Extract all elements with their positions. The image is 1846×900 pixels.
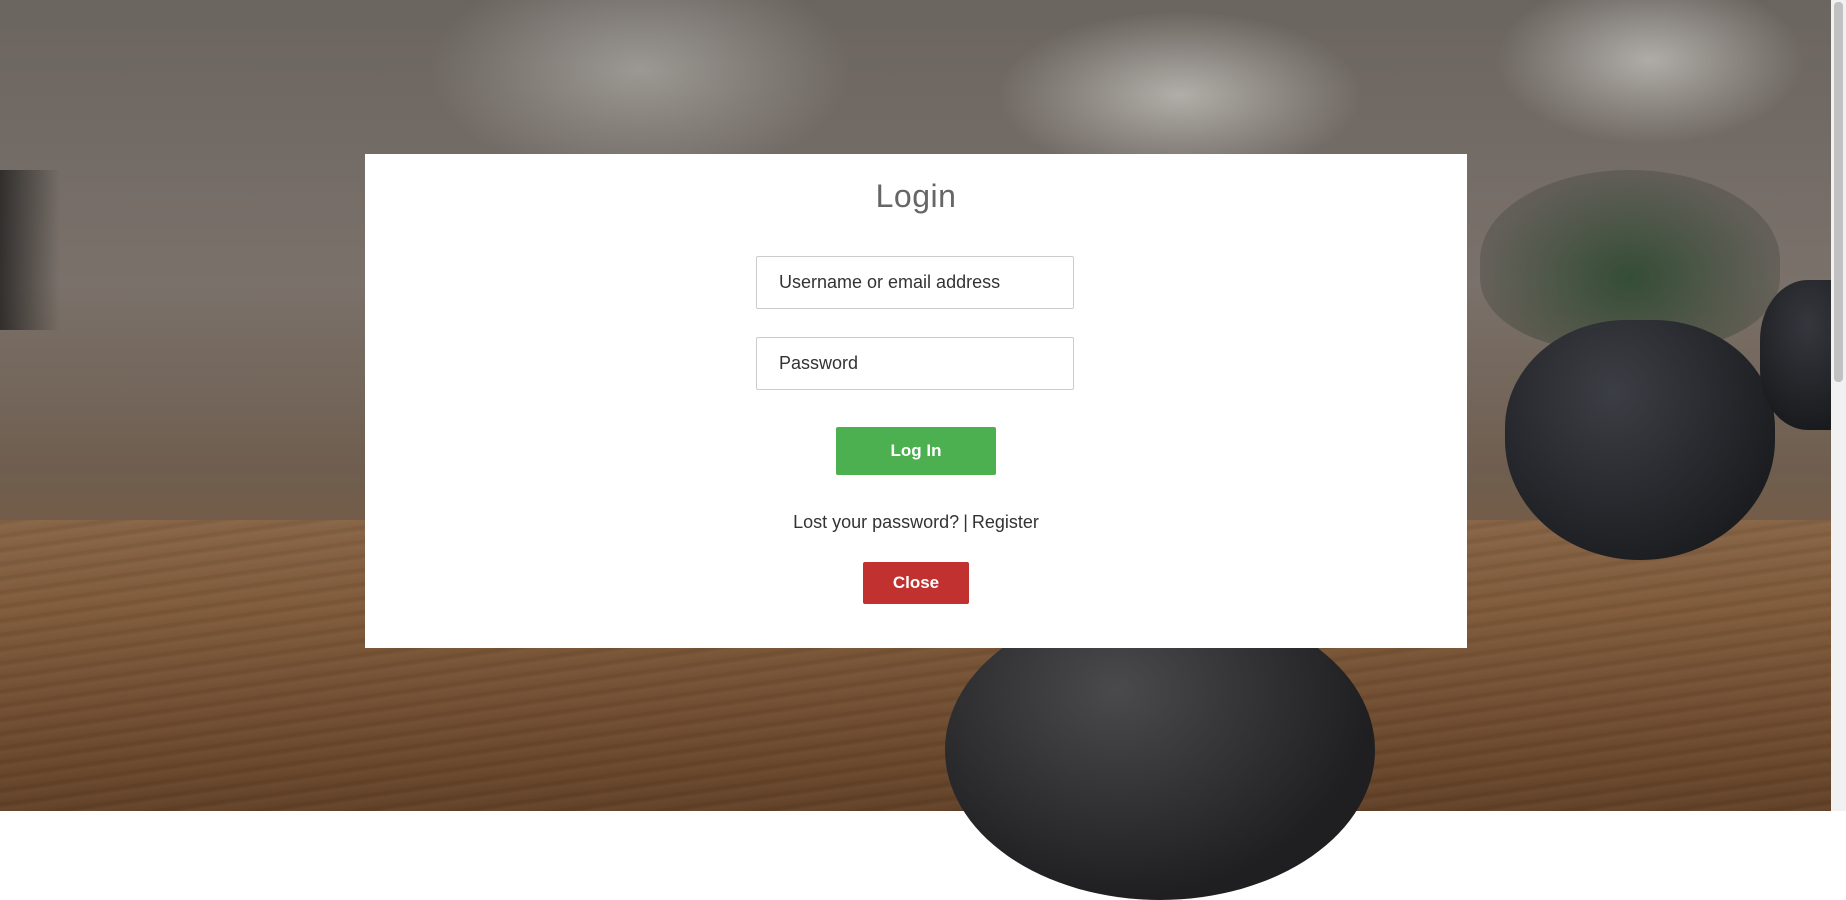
link-separator: | [963,512,968,532]
username-input[interactable] [756,256,1074,309]
login-modal: Login Log In Lost your password?|Registe… [365,154,1467,648]
register-link[interactable]: Register [972,512,1039,532]
scrollbar-thumb[interactable] [1834,2,1843,382]
lost-password-link[interactable]: Lost your password? [793,512,959,532]
background-shadow [0,170,60,330]
modal-title: Login [875,178,957,214]
password-input[interactable] [756,337,1074,390]
background-pot-right [1505,320,1775,560]
close-button[interactable]: Close [863,562,969,604]
login-button[interactable]: Log In [836,427,996,475]
page-scrollbar[interactable] [1831,0,1846,811]
account-links: Lost your password? | Register [365,512,1467,533]
